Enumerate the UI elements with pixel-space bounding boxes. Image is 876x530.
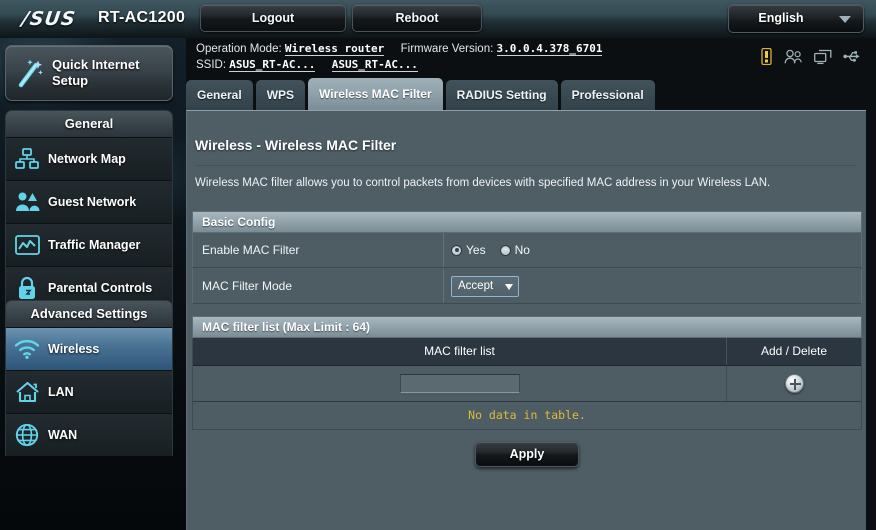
add-delete-cell (726, 366, 861, 401)
sidebar-item-guest-network[interactable]: Guest Network (6, 180, 172, 223)
wifi-icon (6, 339, 48, 359)
sidebar-group-advanced: Advanced Settings Wireless LAN WAN (5, 300, 173, 456)
page-description: Wireless MAC filter allows you to contro… (195, 177, 771, 189)
column-header-mac-filter-list: MAC filter list (424, 344, 495, 358)
status-info-strip: Operation Mode: Wireless router Firmware… (186, 38, 876, 76)
logout-button[interactable]: Logout (200, 4, 346, 32)
row-divider (443, 233, 444, 267)
sidebar-item-label: Guest Network (48, 194, 137, 209)
empty-table-message: No data in table. (193, 402, 861, 429)
ssid-line: SSID: ASUS_RT-AC... ASUS_RT-AC... (196, 58, 418, 72)
basic-config-section-header: Basic Config (192, 211, 862, 233)
warning-indicator-icon[interactable] (760, 48, 773, 65)
operation-mode-label: Operation Mode: (196, 43, 282, 55)
globe-icon (6, 423, 48, 447)
ssid-5g-value[interactable]: ASUS_RT-AC... (331, 58, 418, 72)
operation-mode-value[interactable]: Wireless router (284, 42, 385, 56)
sidebar-item-label: Network Map (48, 151, 126, 166)
traffic-manager-icon (6, 234, 48, 256)
magic-wand-icon (16, 58, 44, 93)
clients-icon[interactable] (784, 49, 803, 64)
language-selector[interactable]: English (728, 4, 864, 33)
chevron-down-icon (505, 283, 513, 290)
tab-general[interactable]: General (186, 80, 253, 110)
row-divider (443, 269, 444, 303)
router-admin-page: /SUS RT-AC1200 Logout Reboot English Ope… (0, 0, 876, 530)
enable-mac-filter-label: Enable MAC Filter (202, 243, 300, 257)
left-sidebar: Quick Internet Setup General Network Map… (0, 38, 186, 530)
mac-filter-mode-value: Accept (458, 280, 494, 292)
firmware-label: Firmware Version: (400, 43, 494, 55)
guest-network-icon (6, 191, 48, 213)
enable-mac-filter-row: Enable MAC Filter Yes No (192, 233, 862, 268)
radio-no-label: No (514, 243, 530, 257)
main-content-panel: Wireless - Wireless MAC Filter Wireless … (186, 110, 866, 530)
radio-yes-dot (451, 244, 462, 256)
usb-icon[interactable] (843, 50, 862, 63)
table-header-row: MAC filter list Add / Delete (193, 338, 861, 366)
quick-internet-setup-button[interactable]: Quick Internet Setup (5, 45, 173, 101)
asus-logo: /SUS (20, 8, 78, 30)
tab-wps[interactable]: WPS (255, 80, 306, 110)
mac-filter-mode-field: Accept (451, 269, 519, 303)
quick-internet-setup-label: Quick Internet Setup (52, 57, 140, 88)
mac-address-input[interactable] (399, 374, 520, 393)
sidebar-item-label: WAN (48, 427, 78, 442)
apply-button[interactable]: Apply (475, 441, 579, 467)
status-icon-group (760, 48, 862, 65)
sidebar-item-network-map[interactable]: Network Map (6, 137, 172, 180)
mac-filter-mode-select[interactable]: Accept (451, 275, 519, 297)
network-devices-icon[interactable] (814, 49, 832, 65)
plus-circle-icon[interactable] (784, 374, 804, 393)
top-header-bar: /SUS RT-AC1200 Logout Reboot English (0, 0, 876, 38)
radio-yes-label: Yes (466, 243, 486, 257)
apply-button-container: Apply (192, 441, 862, 467)
enable-mac-filter-field: Yes No (451, 233, 544, 267)
sidebar-item-label: Traffic Manager (48, 237, 141, 252)
sidebar-group-title: Advanced Settings (6, 301, 172, 327)
sidebar-item-lan[interactable]: LAN (6, 370, 172, 413)
radio-no-dot (499, 244, 511, 256)
sidebar-item-wireless[interactable]: Wireless (6, 327, 172, 370)
radio-yes[interactable]: Yes (451, 243, 486, 257)
page-title: Wireless - Wireless MAC Filter (195, 137, 397, 153)
sidebar-item-label: LAN (48, 384, 74, 399)
sidebar-group-title: General (6, 111, 172, 137)
network-map-icon (6, 148, 48, 170)
title-divider (195, 165, 857, 166)
router-model-name: RT-AC1200 (98, 9, 186, 26)
mac-filter-mode-row: MAC Filter Mode Accept (192, 269, 862, 304)
mac-input-cell (193, 366, 726, 401)
mac-filter-list-table: MAC filter list Add / Delete No data in … (192, 338, 862, 430)
table-row (193, 366, 861, 402)
ssid-label: SSID: (196, 59, 227, 71)
mac-filter-list-section-header: MAC filter list (Max Limit : 64) (192, 316, 862, 338)
reboot-button[interactable]: Reboot (352, 4, 482, 32)
ssid-2g-value[interactable]: ASUS_RT-AC... (229, 58, 316, 72)
firmware-version-value[interactable]: 3.0.0.4.378_6701 (496, 42, 603, 56)
chevron-down-icon (839, 16, 851, 23)
tab-radius-setting[interactable]: RADIUS Setting (445, 80, 558, 110)
tab-professional[interactable]: Professional (560, 80, 655, 110)
operation-mode-line: Operation Mode: Wireless router Firmware… (196, 42, 603, 56)
language-label: English (758, 11, 804, 25)
lock-icon (6, 276, 48, 300)
sidebar-item-wan[interactable]: WAN (6, 413, 172, 456)
sidebar-item-traffic-manager[interactable]: Traffic Manager (6, 223, 172, 266)
mac-filter-mode-label: MAC Filter Mode (202, 279, 293, 293)
wireless-tab-bar: General WPS Wireless MAC Filter RADIUS Sett… (186, 78, 658, 110)
sidebar-item-label: Wireless (48, 341, 100, 356)
sidebar-item-label: Parental Controls (48, 280, 153, 295)
tab-wireless-mac-filter[interactable]: Wireless MAC Filter (308, 78, 443, 110)
radio-no[interactable]: No (499, 243, 530, 257)
column-header-add-delete: Add / Delete (726, 338, 861, 365)
home-icon (6, 381, 48, 403)
